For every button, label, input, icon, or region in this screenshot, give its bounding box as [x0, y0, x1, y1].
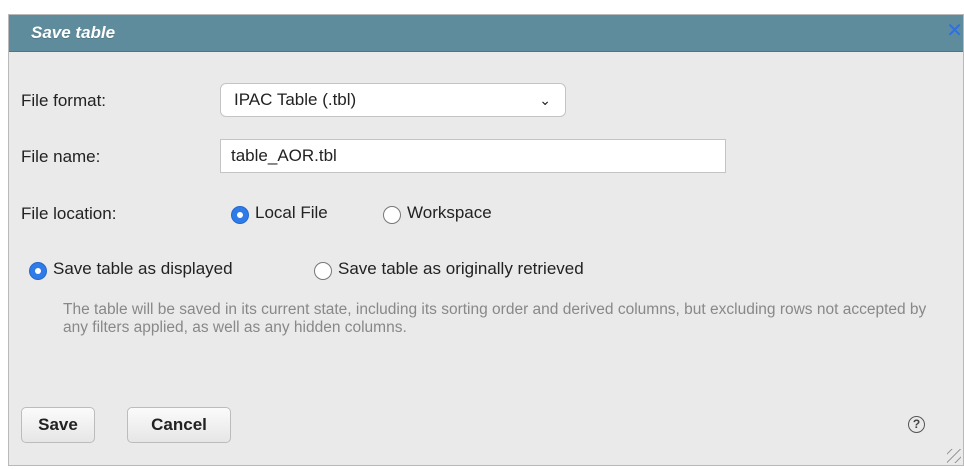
- chevron-down-icon: ⌄: [539, 92, 551, 108]
- help-icon[interactable]: ?: [908, 416, 925, 433]
- cancel-button[interactable]: Cancel: [127, 407, 231, 443]
- file-location-label: File location:: [21, 204, 117, 223]
- save-as-displayed-radio[interactable]: [29, 262, 47, 280]
- dialog-titlebar[interactable]: Save table ✕: [9, 15, 963, 52]
- save-as-retrieved-radio[interactable]: [314, 262, 332, 280]
- file-name-input[interactable]: table_AOR.tbl: [220, 139, 726, 173]
- file-format-value: IPAC Table (.tbl): [234, 90, 357, 109]
- dialog-title: Save table: [31, 23, 116, 42]
- save-mode-description: The table will be saved in its current s…: [63, 301, 927, 336]
- file-format-select[interactable]: IPAC Table (.tbl) ⌄: [220, 83, 566, 117]
- workspace-label[interactable]: Workspace: [407, 203, 492, 223]
- local-file-label[interactable]: Local File: [255, 203, 328, 223]
- close-icon[interactable]: ✕: [945, 21, 963, 41]
- resize-grip[interactable]: [947, 449, 961, 463]
- save-table-dialog: Save table ✕ File format: IPAC Table (.t…: [8, 14, 964, 466]
- file-format-label: File format:: [21, 91, 107, 110]
- workspace-radio[interactable]: [383, 206, 401, 224]
- local-file-radio[interactable]: [231, 206, 249, 224]
- file-name-label: File name:: [21, 147, 101, 166]
- save-as-retrieved-label[interactable]: Save table as originally retrieved: [338, 259, 584, 279]
- save-button[interactable]: Save: [21, 407, 95, 443]
- save-as-displayed-label[interactable]: Save table as displayed: [53, 259, 233, 279]
